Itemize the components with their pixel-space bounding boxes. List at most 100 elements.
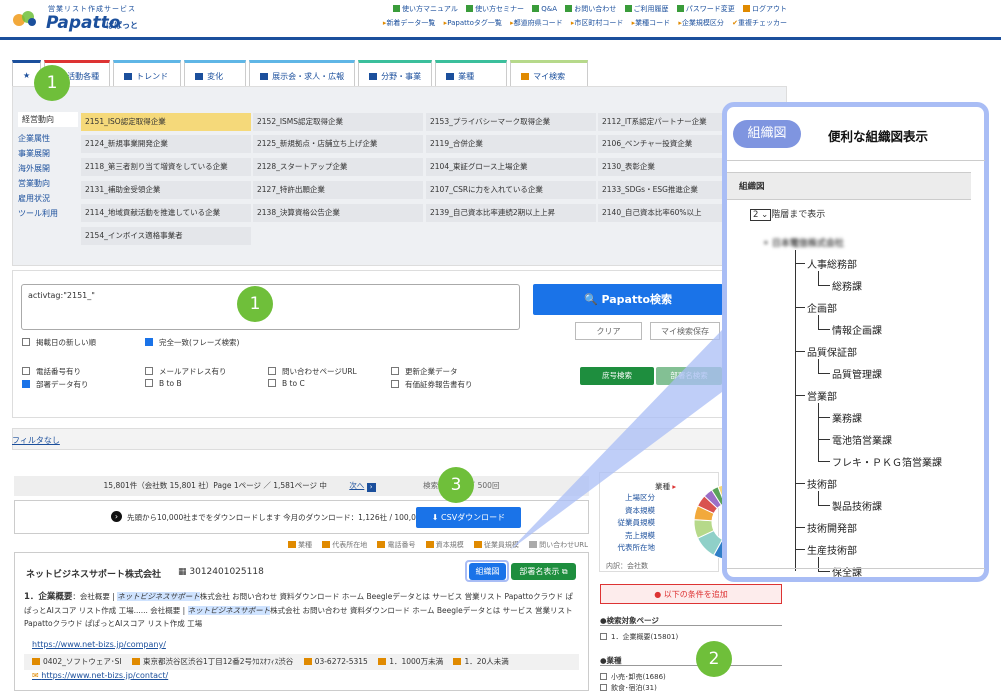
opt-newest[interactable]: 掲載日の新しい順 (22, 337, 96, 348)
stats-link-capital[interactable]: 資本規模 (600, 505, 655, 518)
checkbox[interactable] (600, 633, 607, 640)
org-chart-button[interactable]: 組織図 (469, 563, 506, 580)
tree-branch (818, 373, 830, 374)
checkbox-btoc[interactable] (268, 379, 276, 387)
side-nav-sales[interactable]: 営業動向 (18, 176, 78, 191)
contact-link[interactable]: お問い合わせ (565, 5, 616, 13)
phone-icon (377, 541, 386, 548)
page-info: 15,801件（会社数 15,801 社）Page 1ページ ／ 1,581ペー… (103, 481, 327, 490)
stats-link-sales[interactable]: 売上規模 (600, 530, 655, 543)
side-nav-business[interactable]: 事業展開 (18, 146, 78, 161)
opt-contact-url[interactable]: 問い合わせページURL (268, 366, 357, 377)
qa-link[interactable]: Q&A (532, 5, 557, 13)
duplicate-checker-link[interactable]: ✔重複チェッカー (732, 19, 787, 27)
tag-item[interactable]: 2138_決算資格公告企業 (253, 204, 423, 222)
tag-item[interactable]: 2107_CSRに力を入れている企業 (426, 181, 596, 199)
contact-url-link[interactable]: ✉ https://www.net-bizs.jp/contact/ (32, 671, 168, 680)
opt-securities[interactable]: 有価証券報告書有り (391, 379, 473, 390)
next-icon: › (366, 483, 376, 492)
checkbox-securities[interactable] (391, 380, 399, 388)
side-nav-employment[interactable]: 雇用状況 (18, 191, 78, 206)
tag-item[interactable]: 2154_インボイス適格事業者 (81, 227, 251, 245)
stats-link-address[interactable]: 代表所在地 (600, 542, 656, 555)
logout-link[interactable]: ログアウト (743, 5, 787, 13)
city-code-link[interactable]: ▸市区町村コード (571, 19, 624, 27)
tab-trend[interactable]: トレンド (113, 60, 182, 86)
tag-item[interactable]: 2151_ISO認定取得企業 (81, 113, 251, 131)
checkbox[interactable] (600, 684, 607, 691)
stats-link-listing[interactable]: 上場区分 (600, 492, 655, 505)
tab-field[interactable]: 分野・事業 (358, 60, 433, 86)
tab-industry[interactable]: 業種 (435, 60, 508, 86)
checkbox-newest[interactable] (22, 338, 30, 346)
tag-item[interactable]: 2125_新規拠点・店舗立ち上げ企業 (253, 135, 423, 153)
password-link[interactable]: パスワード変更 (676, 5, 735, 13)
filter-target-item[interactable]: 1．企業概要(15801) (600, 632, 678, 642)
opt-phone[interactable]: 電話番号有り (22, 366, 81, 377)
stats-link-employees[interactable]: 従業員規模 (600, 517, 656, 530)
industry-code-link[interactable]: ▸業種コード (632, 19, 671, 27)
tab-change[interactable]: 変化 (184, 60, 247, 86)
checkbox-updated[interactable] (391, 367, 399, 375)
clear-button[interactable]: クリア (575, 322, 642, 340)
checkbox-dept-data[interactable] (22, 380, 30, 388)
no-filter-link[interactable]: フィルタなし (12, 435, 60, 446)
tag-item[interactable]: 2104_東証グロース上場企業 (426, 158, 596, 176)
dept-search-button[interactable]: 部署名検索 (656, 367, 722, 385)
checkbox-contact-url[interactable] (268, 367, 276, 375)
checkbox-email[interactable] (145, 367, 153, 375)
side-nav-overseas[interactable]: 海外展開 (18, 161, 78, 176)
company-url-link[interactable]: https://www.net-bizs.jp/company/ (32, 640, 166, 649)
checkbox-btob[interactable] (145, 379, 153, 387)
company-name[interactable]: ネットビジネスサポート株式会社 (26, 567, 161, 580)
csv-download-button[interactable]: ⬇ CSVダウンロード (416, 507, 521, 528)
history-link[interactable]: ご利用履歴 (624, 5, 669, 13)
opt-exact[interactable]: 完全一致(フレーズ検索) (145, 337, 239, 348)
tag-item[interactable]: 2118_第三者割り当て増資をしている企業 (81, 158, 251, 176)
tag-item[interactable]: 2119_合併企業 (426, 135, 596, 153)
checkbox-phone[interactable] (22, 367, 30, 375)
opt-email[interactable]: メールアドレス有り (145, 366, 227, 377)
side-nav-management[interactable]: 経営動向 (18, 112, 78, 127)
level-select[interactable]: 2 ⌄ (750, 209, 772, 221)
tag-item[interactable]: 2127_特許出願企業 (253, 181, 423, 199)
seminar-link[interactable]: 使い方セミナー (466, 5, 524, 13)
tab-my-search[interactable]: マイ検索 (510, 60, 589, 86)
next-page-link[interactable]: 次へ (349, 481, 364, 490)
tree-branch (795, 549, 805, 550)
tag-item[interactable]: 2131_補助金受領企業 (81, 181, 251, 199)
level-selector[interactable]: 2 ⌄ 階層まで表示 (750, 207, 825, 221)
tag-item[interactable]: 2152_ISMS認定取得企業 (253, 113, 423, 131)
opt-updated[interactable]: 更新企業データ (391, 366, 458, 377)
tag-list-link[interactable]: ▸Papattoタグ一覧 (444, 19, 502, 27)
download-icon: ⬇ (431, 513, 442, 522)
tag-item[interactable]: 2153_プライバシーマーク取得企業 (426, 113, 596, 131)
callout-badge: 組織図 (733, 120, 801, 148)
tag-item[interactable]: 2124_新規事業開発企業 (81, 135, 251, 153)
list-icon (624, 5, 632, 12)
new-data-link[interactable]: ▸新着データ一覧 (383, 19, 436, 27)
opt-btob[interactable]: B to B (145, 379, 182, 388)
opt-dept-data[interactable]: 部署データ有り (22, 379, 89, 390)
pref-code-link[interactable]: ▸都道府県コード (510, 19, 563, 27)
save-search-button[interactable]: マイ検索保存 (650, 322, 720, 340)
filter-industry-item[interactable]: 小売･卸売(1686) (600, 672, 666, 682)
filter-industry-item[interactable]: 飲食･宿泊(31) (600, 683, 657, 693)
tab-exhibition[interactable]: 展示会・求人・広報 (249, 60, 356, 86)
papatto-search-button[interactable]: 🔍 Papatto検索 (533, 284, 723, 315)
tag-item[interactable]: 2114_地域貢献活動を推進している企業 (81, 204, 251, 222)
add-condition-button[interactable]: ● 以下の条件を追加 (600, 584, 782, 604)
manual-link[interactable]: 使い方マニュアル (393, 5, 458, 13)
side-nav-tools[interactable]: ツール利用 (18, 206, 78, 221)
checkbox-exact[interactable] (145, 338, 153, 346)
tag-item[interactable]: 2139_自己資本比率連続2期以上上昇 (426, 204, 596, 222)
dept-name-button[interactable]: 部署名表示 ⧉ (511, 563, 576, 580)
category-side-nav: 経営動向 企業属性 事業展開 海外展開 営業動向 雇用状況 ツール利用 (18, 112, 78, 221)
company-size-link[interactable]: ▸企業規模区分 (678, 19, 724, 27)
tag-item[interactable]: 2128_スタートアップ企業 (253, 158, 423, 176)
opt-btoc[interactable]: B to C (268, 379, 305, 388)
checkbox[interactable] (600, 673, 607, 680)
exact-search-button[interactable]: 庶号検索 (580, 367, 654, 385)
side-nav-attributes[interactable]: 企業属性 (18, 131, 78, 146)
book-icon (393, 5, 401, 12)
